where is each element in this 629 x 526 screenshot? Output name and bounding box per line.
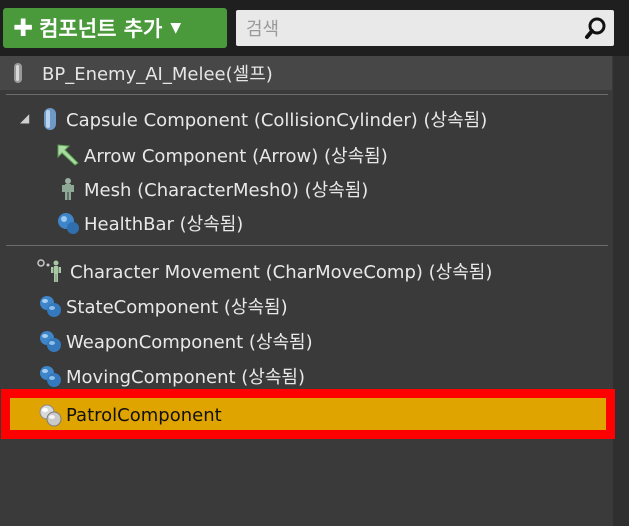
selected-row-highlight: PatrolComponent — [1, 389, 615, 439]
tree-item-label: Mesh (CharacterMesh0) (상속됨) — [84, 180, 369, 201]
search-box[interactable] — [236, 10, 614, 46]
arrow-icon — [57, 144, 79, 166]
actor-component-icon — [40, 366, 61, 387]
component-movement[interactable]: Character Movement (CharMoveComp) (상속됨) — [36, 256, 492, 286]
component-moving[interactable]: MovingComponent (상속됨) — [38, 361, 305, 391]
component-label: StateComponent (상속됨) — [66, 297, 288, 318]
component-patrol[interactable]: PatrolComponent — [38, 400, 222, 430]
divider — [6, 94, 608, 95]
capsule-icon — [44, 108, 56, 130]
search-input[interactable] — [244, 13, 578, 45]
component-label: MovingComponent (상속됨) — [66, 367, 305, 388]
root-component-row[interactable]: BP_Enemy_AI_Melee(셀프) — [0, 56, 612, 90]
component-label: PatrolComponent — [66, 404, 222, 426]
add-component-button[interactable]: ✚ 컴포넌트 추가 ▼ — [3, 8, 227, 48]
actor-component-icon — [40, 296, 61, 317]
tree-item-capsule[interactable]: Capsule Component (CollisionCylinder) (상… — [38, 104, 487, 134]
tree-item-label: Capsule Component (CollisionCylinder) (상… — [66, 110, 488, 131]
collapse-triangle-icon[interactable]: ◢ — [20, 111, 29, 125]
root-component-label: BP_Enemy_AI_Melee(셀프) — [42, 64, 273, 85]
chevron-down-icon: ▼ — [170, 20, 182, 36]
movement-component-icon — [37, 259, 61, 282]
actor-component-icon — [40, 331, 61, 352]
tree-item-mesh[interactable]: Mesh (CharacterMesh0) (상속됨) — [56, 174, 368, 204]
component-state[interactable]: StateComponent (상속됨) — [38, 291, 288, 321]
actor-component-icon — [39, 404, 62, 427]
tree-item-label: HealthBar (상속됨) — [84, 214, 244, 235]
widget-component-icon — [58, 213, 79, 234]
divider — [6, 245, 608, 246]
scrollbar[interactable] — [613, 56, 629, 526]
toolbar: ✚ 컴포넌트 추가 ▼ — [0, 0, 629, 56]
tree-item-arrow[interactable]: Arrow Component (Arrow) (상속됨) — [56, 140, 388, 170]
component-label: WeaponComponent (상속됨) — [66, 332, 313, 353]
add-component-label: 컴포넌트 추가 — [39, 17, 163, 41]
actor-icon — [14, 63, 22, 83]
tree-item-label: Arrow Component (Arrow) (상속됨) — [84, 146, 388, 167]
component-weapon[interactable]: WeaponComponent (상속됨) — [38, 326, 313, 356]
tree-item-healthbar[interactable]: HealthBar (상속됨) — [56, 208, 243, 238]
search-icon[interactable] — [584, 16, 608, 40]
plus-icon: ✚ — [13, 14, 34, 42]
skeletal-mesh-icon — [62, 178, 74, 200]
component-label: Character Movement (CharMoveComp) (상속됨) — [70, 262, 493, 283]
